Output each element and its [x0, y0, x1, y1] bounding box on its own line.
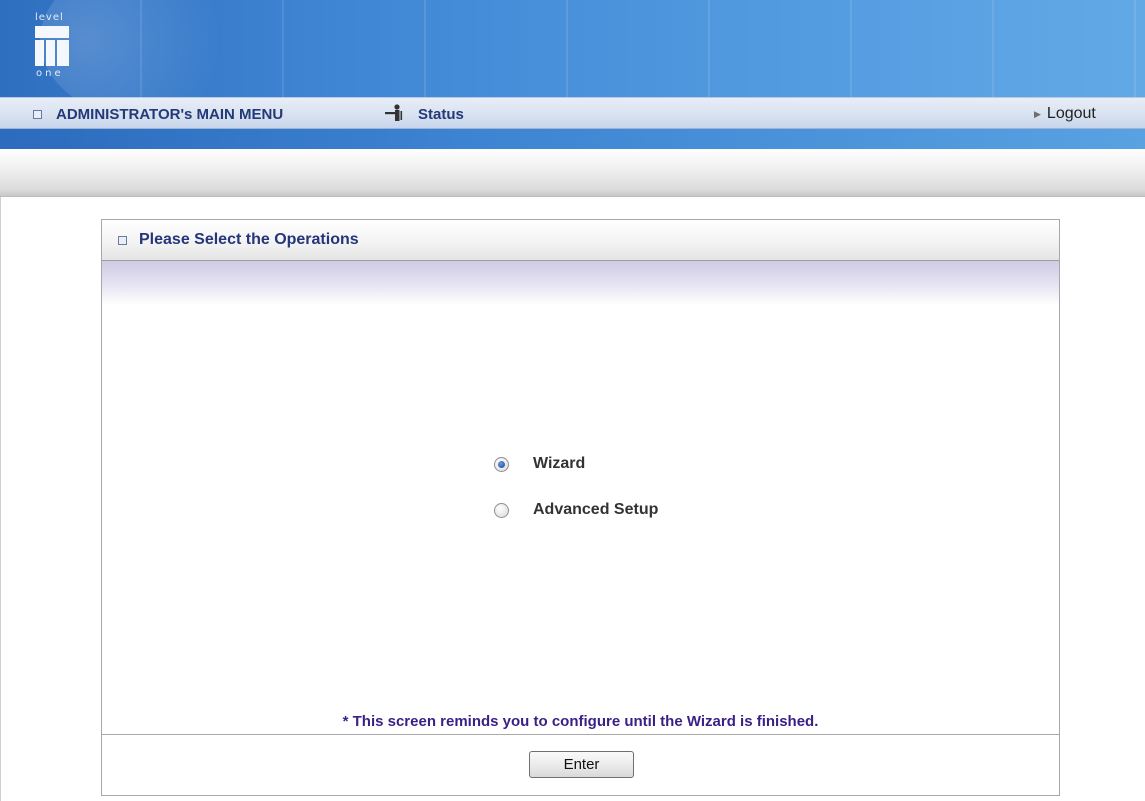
admin-main-menu-link[interactable]: ADMINISTRATOR's MAIN MENU [33, 98, 283, 130]
header-banner: level one [0, 0, 1145, 97]
wizard-option[interactable]: Wizard [494, 455, 585, 473]
admin-main-menu-label: ADMINISTRATOR's MAIN MENU [56, 105, 284, 123]
levelone-logo: level one [33, 12, 83, 86]
status-label: Status [418, 105, 464, 123]
person-status-icon [385, 104, 403, 121]
square-bullet-icon [33, 109, 42, 119]
advanced-setup-option[interactable]: Advanced Setup [494, 501, 658, 519]
header-blue-strip [0, 129, 1145, 149]
sub-header-bar [0, 149, 1145, 197]
wizard-radio[interactable] [494, 456, 509, 472]
square-bullet-icon [118, 235, 127, 245]
status-link[interactable]: Status [384, 98, 464, 130]
logo-bottom-text: one [36, 68, 64, 79]
panel-header-shade [102, 261, 1059, 305]
logo-top-text: level [35, 12, 64, 23]
panel-title: Please Select the Operations [139, 231, 359, 248]
triangle-right-icon: ▶ [1034, 108, 1041, 119]
main-menu-bar: ADMINISTRATOR's MAIN MENU Status ▶ Logou… [0, 97, 1145, 129]
panel-footer-divider [102, 734, 1059, 735]
advanced-setup-label: Advanced Setup [533, 501, 659, 518]
operations-panel: Please Select the Operations Wizard Adva… [101, 219, 1060, 796]
logout-link[interactable]: ▶ Logout [1034, 98, 1096, 130]
logout-label: Logout [1046, 105, 1096, 122]
advanced-setup-radio[interactable] [494, 502, 509, 518]
wizard-label: Wizard [533, 455, 586, 472]
wizard-reminder-text: * This screen reminds you to configure u… [342, 713, 819, 730]
logo-blocks-icon [35, 26, 69, 66]
left-border [0, 197, 1, 801]
panel-header: Please Select the Operations [102, 220, 1059, 261]
enter-button[interactable]: Enter [529, 751, 634, 778]
